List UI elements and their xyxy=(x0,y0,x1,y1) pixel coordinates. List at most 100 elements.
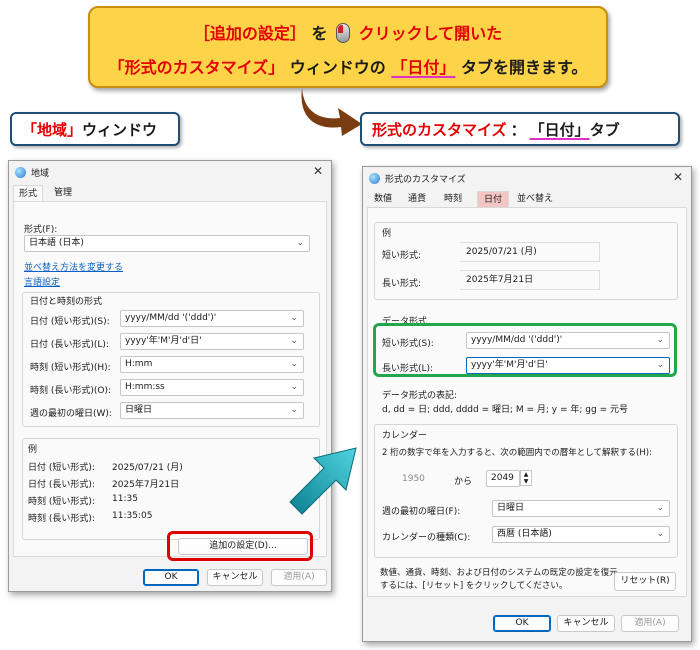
chevron-down-icon: ⌄ xyxy=(290,382,298,392)
callout-text: 「日付」 xyxy=(391,58,456,77)
ok-button[interactable]: OK xyxy=(143,569,199,586)
example-title: 例 xyxy=(382,229,392,239)
highlight-date-format xyxy=(373,323,677,377)
long-time-select[interactable]: H:mm:ss ⌄ xyxy=(120,379,304,396)
label-text: ： xyxy=(510,120,526,139)
example-title: 例 xyxy=(28,445,38,455)
callout-text: を xyxy=(311,24,328,43)
chevron-down-icon: ⌄ xyxy=(290,313,298,323)
window-title: 形式のカスタマイズ xyxy=(385,174,466,185)
close-icon[interactable]: ✕ xyxy=(313,164,323,178)
sort-method-link[interactable]: 並べ替え方法を変更する xyxy=(24,260,123,273)
reset-button[interactable]: リセット(R) xyxy=(614,572,676,591)
year-to-input[interactable]: 2049 xyxy=(486,470,520,487)
calendar-desc: 2 桁の数字で年を入力すると、次の範囲内での暦年として解釈する(H): xyxy=(382,448,652,458)
label-text: 「地域」 xyxy=(22,120,83,139)
example-value: 11:35 xyxy=(112,494,138,504)
tab-admin[interactable]: 管理 xyxy=(47,185,79,201)
datetime-group-title: 日付と時刻の形式 xyxy=(30,297,103,307)
ok-button[interactable]: OK xyxy=(493,615,551,632)
short-time-select[interactable]: H:mm ⌄ xyxy=(120,356,304,373)
calendar-title: カレンダー xyxy=(382,431,428,441)
example-label: 時刻 (短い形式): xyxy=(28,497,95,507)
row-label: 日付 (短い形式)(S): xyxy=(30,317,110,327)
chevron-down-icon: ⌄ xyxy=(296,238,304,248)
year-separator: から xyxy=(454,477,473,487)
example-label: 日付 (長い形式): xyxy=(28,480,95,490)
row-label: 時刻 (短い形式)(H): xyxy=(30,363,111,373)
chevron-down-icon: ⌄ xyxy=(290,359,298,369)
tab-time[interactable]: 時刻 xyxy=(439,191,467,207)
reset-description: するには、[リセット] をクリックしてください。 xyxy=(380,581,568,591)
tab-sort[interactable]: 並べ替え xyxy=(515,191,555,207)
example-value: 2025年7月21日 xyxy=(112,480,180,490)
chevron-down-icon: ⌄ xyxy=(290,405,298,415)
format-label: 形式(F): xyxy=(24,225,58,235)
row-label: 週の最初の曜日(W): xyxy=(30,409,112,419)
example-long-value: 2025年7月21日 xyxy=(460,270,600,290)
callout-text: ウィンドウの xyxy=(289,58,386,77)
customize-titlebar: 形式のカスタマイズ ✕ xyxy=(363,167,691,189)
apply-button[interactable]: 適用(A) xyxy=(621,615,679,632)
callout-text: クリックして開いた xyxy=(358,24,503,43)
tab-currency[interactable]: 通貨 xyxy=(403,191,431,207)
row-label: 時刻 (長い形式)(O): xyxy=(30,386,112,396)
short-date-select[interactable]: yyyy/MM/dd '('ddd')' ⌄ xyxy=(120,310,304,327)
label-region-window: 「地域」 ウィンドウ xyxy=(10,112,180,146)
tab-format[interactable]: 形式 xyxy=(13,185,43,201)
customize-format-dialog: 形式のカスタマイズ ✕ 数値 通貨 時刻 日付 並べ替え 例 短い形式: 202… xyxy=(362,166,692,642)
reset-description: 数値、通貨、時刻、および日付のシステムの既定の設定を復元 xyxy=(380,568,618,578)
highlight-additional-settings xyxy=(167,531,313,561)
year-spinner[interactable]: ▲ ▼ xyxy=(520,470,532,486)
year-from: 1950 xyxy=(402,474,425,484)
language-settings-link[interactable]: 言語設定 xyxy=(24,275,60,288)
callout-line-2: 「形式のカスタマイズ」 ウィンドウの 「日付」 タブを開きます。 xyxy=(90,54,606,78)
label-text: 形式のカスタマイズ xyxy=(372,120,507,139)
arrow-icon xyxy=(289,447,357,515)
tab-number[interactable]: 数値 xyxy=(369,191,397,207)
callout-text: ［追加の設定］ xyxy=(193,24,306,43)
calendar-type-select[interactable]: 西暦 (日本語) ⌄ xyxy=(492,526,670,543)
close-icon[interactable]: ✕ xyxy=(673,170,683,184)
region-format-panel: 形式(F): 日本語 (日本) ⌄ 並べ替え方法を変更する 言語設定 日付と時刻の… xyxy=(13,201,327,557)
label-customize-window: 形式のカスタマイズ ： 「日付」 タブ xyxy=(360,112,680,146)
chevron-down-icon: ⌄ xyxy=(656,503,664,513)
notation-title: データ形式の表記: xyxy=(382,391,458,401)
cancel-button[interactable]: キャンセル xyxy=(557,615,615,632)
apply-button[interactable]: 適用(A) xyxy=(271,569,327,586)
example-label: 時刻 (長い形式): xyxy=(28,514,95,524)
first-day-label: 週の最初の曜日(F): xyxy=(382,507,461,517)
tab-date[interactable]: 日付 xyxy=(477,191,509,207)
instruction-callout: ［追加の設定］ を クリックして開いた 「形式のカスタマイズ」 ウィンドウの 「… xyxy=(88,6,608,88)
example-label: 長い形式: xyxy=(382,279,422,289)
globe-icon xyxy=(15,166,26,178)
row-label: 日付 (長い形式)(L): xyxy=(30,340,109,350)
format-select[interactable]: 日本語 (日本) ⌄ xyxy=(24,235,310,252)
first-day-select[interactable]: 日曜日 ⌄ xyxy=(492,500,670,517)
notation-text: d, dd = 日; ddd, dddd = 曜日; M = 月; y = 年;… xyxy=(382,405,628,415)
example-short-value: 2025/07/21 (月) xyxy=(460,242,600,262)
chevron-down-icon: ⌄ xyxy=(656,529,664,539)
long-date-select[interactable]: yyyy'年'M'月'd'日' ⌄ xyxy=(120,333,304,350)
mouse-icon xyxy=(336,23,351,43)
chevron-down-icon: ⌄ xyxy=(290,336,298,346)
label-text: タブ xyxy=(589,120,620,139)
callout-text: タブを開きます。 xyxy=(460,58,588,77)
region-titlebar: 地域 ✕ xyxy=(9,161,331,183)
callout-line-1: ［追加の設定］ を クリックして開いた xyxy=(90,20,606,44)
label-text: ウィンドウ xyxy=(82,120,158,139)
calendar-type-label: カレンダーの種類(C): xyxy=(382,533,471,543)
globe-icon xyxy=(369,172,380,184)
window-title: 地域 xyxy=(31,168,50,179)
region-dialog: 地域 ✕ 形式 管理 形式(F): 日本語 (日本) ⌄ 並べ替え方法を変更する … xyxy=(8,160,332,592)
curved-arrow-icon xyxy=(301,88,362,136)
date-tab-panel: 例 短い形式: 2025/07/21 (月) 長い形式: 2025年7月21日 … xyxy=(367,207,687,597)
callout-text: 「形式のカスタマイズ」 xyxy=(108,58,285,77)
example-label: 日付 (短い形式): xyxy=(28,463,95,473)
example-value: 11:35:05 xyxy=(112,511,153,521)
label-text: 「日付」 xyxy=(529,120,590,139)
example-value: 2025/07/21 (月) xyxy=(112,463,183,473)
cancel-button[interactable]: キャンセル xyxy=(207,569,263,586)
example-label: 短い形式: xyxy=(382,251,422,261)
first-day-select[interactable]: 日曜日 ⌄ xyxy=(120,402,304,419)
